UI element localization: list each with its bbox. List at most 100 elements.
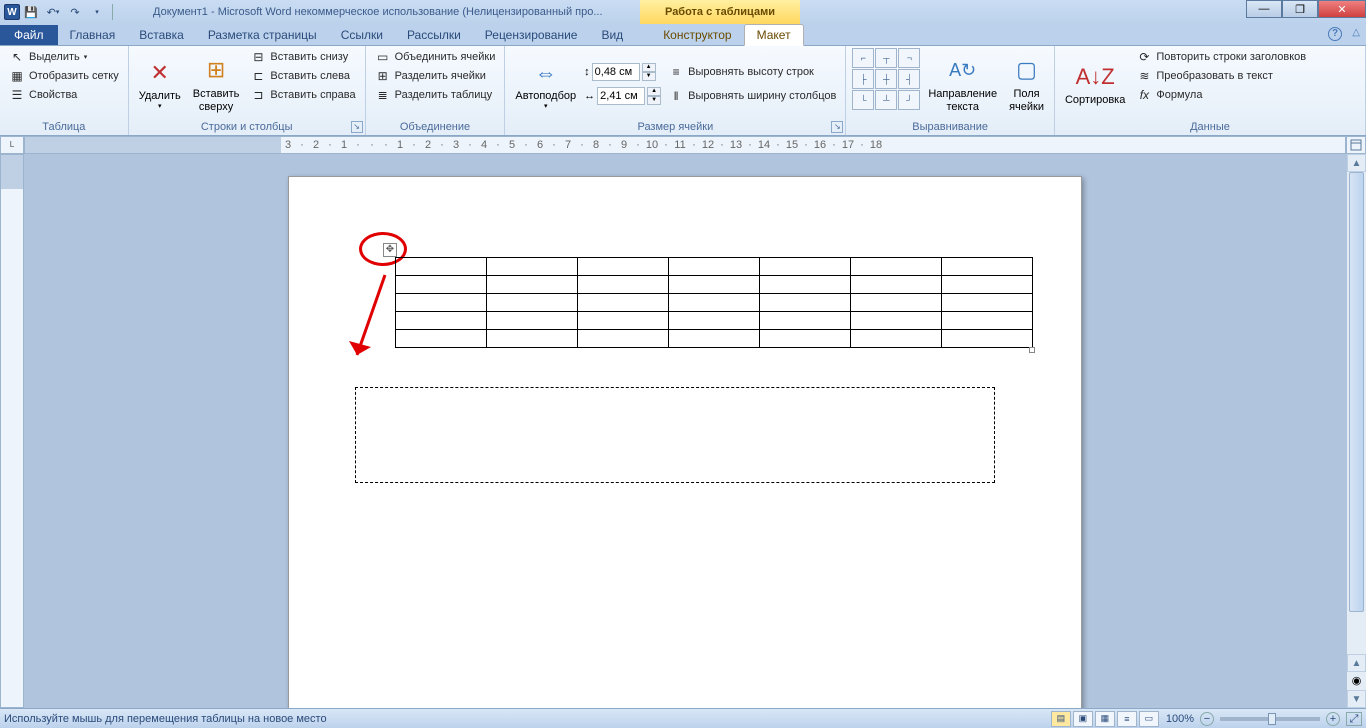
tab-view[interactable]: Вид [589, 25, 635, 45]
sort-icon: A↓Z [1079, 60, 1111, 92]
window-restore-button[interactable]: ❐ [1282, 0, 1318, 18]
group-merge: ▭Объединить ячейки ⊞Разделить ячейки ≣Ра… [366, 46, 506, 135]
vertical-ruler[interactable] [0, 154, 24, 708]
page-up-arrow[interactable]: ▲ [1347, 654, 1366, 672]
zoom-slider[interactable] [1220, 717, 1320, 721]
split-cells-button[interactable]: ⊞Разделить ячейки [372, 67, 499, 85]
document-title: Документ1 - Microsoft Word некоммерческо… [153, 6, 603, 18]
document-table[interactable] [395, 257, 1033, 348]
formula-button[interactable]: fxФормула [1133, 86, 1309, 104]
tab-table-design[interactable]: Конструктор [651, 25, 743, 45]
grid-icon: ▦ [9, 68, 25, 84]
group-data-label: Данные [1061, 119, 1359, 135]
browse-object-icon[interactable]: ◉ [1347, 672, 1366, 690]
document-scroll-area[interactable]: ✥ [24, 154, 1346, 708]
window-minimize-button[interactable]: ― [1246, 0, 1282, 18]
tab-home[interactable]: Главная [58, 25, 128, 45]
merge-cells-button[interactable]: ▭Объединить ячейки [372, 48, 499, 66]
drag-target-outline [355, 387, 995, 483]
distribute-rows-button[interactable]: ≡Выровнять высоту строк [665, 63, 839, 81]
tab-review[interactable]: Рецензирование [473, 25, 590, 45]
tab-mailings[interactable]: Рассылки [395, 25, 473, 45]
select-button[interactable]: ↖Выделить ▾ [6, 48, 122, 66]
zoom-out-button[interactable]: − [1200, 712, 1214, 726]
group-merge-label: Объединение [372, 119, 499, 135]
cell-size-dialog-launcher[interactable]: ↘ [831, 121, 843, 133]
ribbon: ↖Выделить ▾ ▦Отобразить сетку ☰Свойства … [0, 46, 1366, 136]
alignment-grid[interactable]: ⌐┬¬├┼┤└┴┘ [852, 48, 920, 119]
page-down-arrow[interactable]: ▼ [1347, 690, 1366, 708]
qat-customize-icon[interactable]: ▾ [87, 3, 107, 21]
col-width-input[interactable]: ↔▲▼ [584, 87, 661, 105]
view-fullscreen-button[interactable]: ▣ [1073, 711, 1093, 727]
repeat-headers-button[interactable]: ⟳Повторить строки заголовков [1133, 48, 1309, 66]
zoom-fit-button[interactable]: ⤢ [1346, 712, 1362, 726]
ruler-toggle-icon[interactable] [1346, 136, 1366, 154]
title-bar: W 💾 ↶▾ ↷ ▾ Документ1 - Microsoft Word не… [0, 0, 1366, 24]
status-message: Используйте мышь для перемещения таблицы… [4, 713, 327, 725]
properties-icon: ☰ [9, 87, 25, 103]
tab-selector[interactable]: L [0, 136, 24, 154]
tab-references[interactable]: Ссылки [329, 25, 395, 45]
view-gridlines-button[interactable]: ▦Отобразить сетку [6, 67, 122, 85]
window-close-button[interactable]: ✕ [1318, 0, 1366, 18]
distribute-cols-button[interactable]: ‖Выровнять ширину столбцов [665, 87, 839, 105]
help-icon[interactable]: ? [1328, 27, 1342, 41]
cell-margins-button[interactable]: ▢Поля ячейки [1005, 48, 1048, 119]
view-web-button[interactable]: ▦ [1095, 711, 1115, 727]
zoom-level[interactable]: 100% [1166, 713, 1194, 725]
group-alignment-label: Выравнивание [852, 119, 1048, 135]
text-direction-button[interactable]: A↻Направление текста [924, 48, 1001, 119]
insert-left-button[interactable]: ⊏Вставить слева [247, 67, 358, 85]
split-table-icon: ≣ [375, 87, 391, 103]
tab-file[interactable]: Файл [0, 25, 58, 45]
view-draft-button[interactable]: ▭ [1139, 711, 1159, 727]
insert-right-icon: ⊐ [250, 87, 266, 103]
rows-cols-dialog-launcher[interactable]: ↘ [351, 121, 363, 133]
ribbon-tabstrip: Файл Главная Вставка Разметка страницы С… [0, 24, 1366, 46]
tab-insert[interactable]: Вставка [127, 25, 196, 45]
group-cell-size-label: Размер ячейки [511, 119, 839, 135]
vertical-scrollbar[interactable]: ▲ ▲ ◉ ▼ [1346, 154, 1366, 708]
scroll-thumb[interactable] [1349, 172, 1364, 612]
row-height-input[interactable]: ↕▲▼ [584, 63, 661, 81]
properties-button[interactable]: ☰Свойства [6, 86, 122, 104]
autofit-icon: ⇔ [530, 56, 562, 88]
document-workarea: L 3·2·1···1·2·3·4·5·6·7·8·9·10·11·12·13·… [0, 136, 1366, 708]
tab-page-layout[interactable]: Разметка страницы [196, 25, 329, 45]
repeat-icon: ⟳ [1136, 49, 1152, 65]
tab-table-layout[interactable]: Макет [744, 24, 804, 46]
convert-icon: ≋ [1136, 68, 1152, 84]
table-tools-context-label: Работа с таблицами [640, 0, 800, 24]
group-alignment: ⌐┬¬├┼┤└┴┘ A↻Направление текста ▢Поля яче… [846, 46, 1055, 135]
qat-save-icon[interactable]: 💾 [21, 3, 41, 21]
sort-button[interactable]: A↓ZСортировка [1061, 48, 1129, 119]
autofit-button[interactable]: ⇔Автоподбор▾ [511, 48, 580, 119]
cell-margins-icon: ▢ [1011, 54, 1043, 86]
insert-below-button[interactable]: ⊟Вставить снизу [247, 48, 358, 66]
insert-above-button[interactable]: ⊞Вставить сверху [189, 48, 244, 119]
qat-undo-icon[interactable]: ↶▾ [43, 3, 63, 21]
split-table-button[interactable]: ≣Разделить таблицу [372, 86, 499, 104]
insert-left-icon: ⊏ [250, 68, 266, 84]
qat-redo-icon[interactable]: ↷ [65, 3, 85, 21]
group-rows-cols-label: Строки и столбцы [135, 119, 359, 135]
delete-button[interactable]: ✕Удалить▾ [135, 48, 185, 119]
horizontal-ruler[interactable]: 3·2·1···1·2·3·4·5·6·7·8·9·10·11·12·13·14… [24, 136, 1346, 154]
height-icon: ↕ [584, 66, 590, 78]
zoom-in-button[interactable]: + [1326, 712, 1340, 726]
insert-above-icon: ⊞ [200, 54, 232, 86]
word-app-icon: W [4, 4, 20, 20]
group-cell-size: ⇔Автоподбор▾ ↕▲▼ ↔▲▼ ≡Выровнять высоту с… [505, 46, 846, 135]
view-print-layout-button[interactable]: ▤ [1051, 711, 1071, 727]
scroll-up-arrow[interactable]: ▲ [1347, 154, 1366, 172]
page: ✥ [288, 176, 1082, 708]
text-direction-icon: A↻ [947, 54, 979, 86]
insert-right-button[interactable]: ⊐Вставить справа [247, 86, 358, 104]
convert-to-text-button[interactable]: ≋Преобразовать в текст [1133, 67, 1309, 85]
table-resize-handle[interactable] [1029, 347, 1035, 353]
width-icon: ↔ [584, 90, 595, 102]
view-outline-button[interactable]: ≡ [1117, 711, 1137, 727]
formula-icon: fx [1136, 87, 1152, 103]
ribbon-collapse-icon[interactable]: △ [1352, 27, 1360, 38]
